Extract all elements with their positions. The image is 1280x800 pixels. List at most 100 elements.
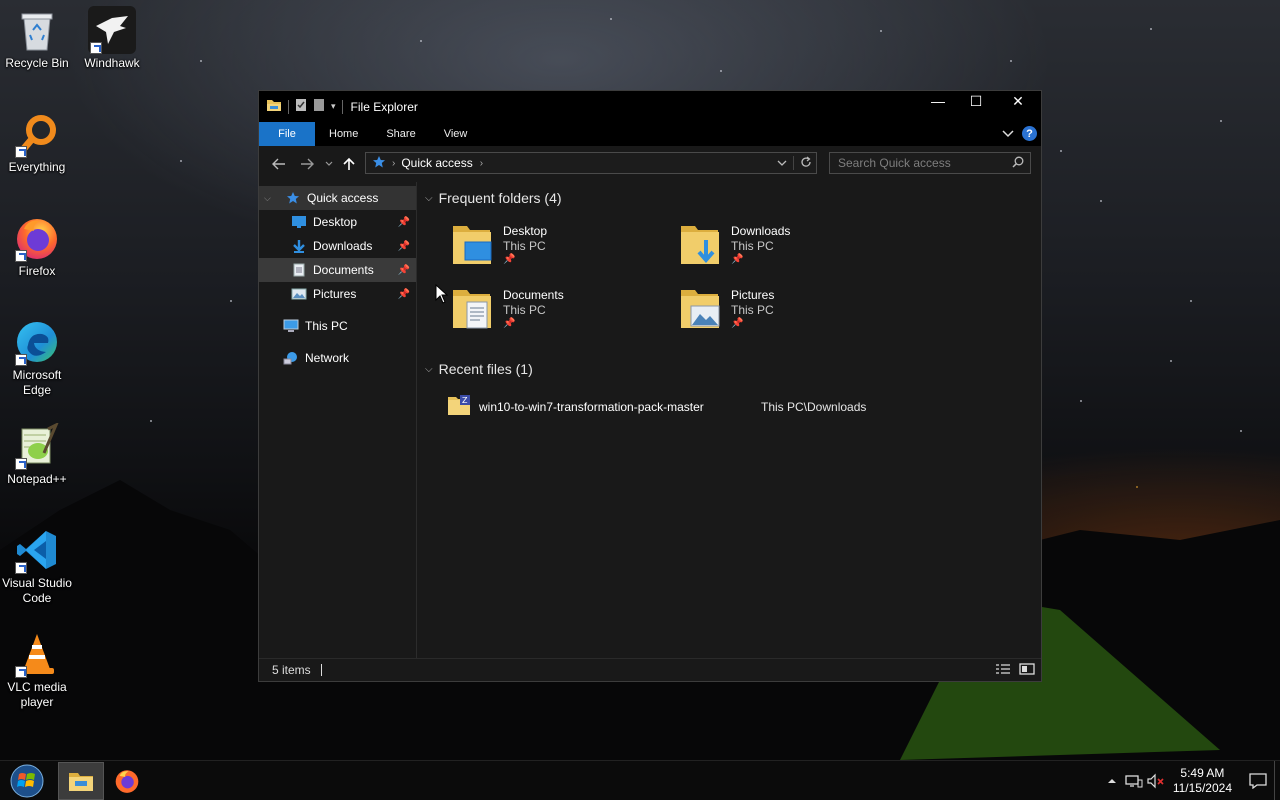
- pin-icon[interactable]: 📌: [398, 265, 410, 276]
- vlc-icon: [13, 630, 61, 678]
- nav-item-desktop[interactable]: Desktop 📌: [259, 210, 416, 234]
- explorer-folder-icon: [266, 98, 282, 115]
- desktop-icon-windhawk[interactable]: Windhawk: [75, 6, 149, 71]
- quick-access-star-icon: [285, 190, 301, 206]
- clock-date: 11/15/2024: [1172, 781, 1232, 795]
- clock[interactable]: 5:49 AM 11/15/2024: [1173, 766, 1232, 796]
- frequent-folders-header[interactable]: ⌵ Frequent folders (4): [425, 190, 562, 206]
- close-button[interactable]: ✕: [995, 91, 1041, 111]
- vscode-icon: [13, 526, 61, 574]
- search-icon[interactable]: [1012, 156, 1024, 171]
- recent-files-header[interactable]: ⌵ Recent files (1): [425, 361, 533, 377]
- mouse-cursor-icon: [435, 284, 449, 304]
- network-icon: [283, 350, 299, 366]
- folder-name: Pictures: [731, 288, 775, 302]
- desktop-icon-notepadpp[interactable]: Notepad++: [0, 422, 74, 487]
- edge-icon: [13, 318, 61, 366]
- firefox-icon: [115, 769, 139, 793]
- pin-icon: 📌: [503, 254, 516, 265]
- nav-item-label: Documents: [313, 263, 374, 277]
- desktop-icon-edge[interactable]: Microsoft Edge: [0, 318, 74, 398]
- nav-item-pictures[interactable]: Pictures 📌: [259, 282, 416, 306]
- window-title: File Explorer: [350, 99, 418, 114]
- nav-item-label: Pictures: [313, 287, 357, 301]
- show-desktop-button[interactable]: [1274, 761, 1280, 800]
- up-button[interactable]: [337, 152, 361, 176]
- nav-item-downloads[interactable]: Downloads 📌: [259, 234, 416, 258]
- chevron-down-icon[interactable]: ⌵: [264, 193, 271, 204]
- tab-share[interactable]: Share: [372, 122, 429, 146]
- breadcrumb-quick-access[interactable]: Quick access: [401, 156, 472, 170]
- desktop-icon-label: Firefox: [18, 264, 56, 278]
- firefox-icon: [13, 214, 61, 262]
- windows-logo-icon: [10, 764, 44, 797]
- expand-ribbon-icon[interactable]: [1002, 127, 1014, 141]
- breadcrumb-chevron-icon[interactable]: ›: [480, 158, 483, 169]
- desktop-icon-vscode[interactable]: Visual Studio Code: [0, 526, 74, 606]
- back-button[interactable]: [265, 152, 293, 176]
- address-dropdown-icon[interactable]: [777, 156, 787, 170]
- navigation-pane: ⌵ Quick access Desktop 📌 Downloads 📌 Doc…: [259, 182, 417, 659]
- title-bar[interactable]: ▾ File Explorer — ☐ ✕: [259, 91, 1041, 122]
- folder-tile-pictures[interactable]: Pictures This PC 📌: [679, 286, 899, 342]
- separator: [320, 664, 322, 676]
- desktop-icon-label: Everything: [8, 160, 66, 174]
- notification-icon[interactable]: [1242, 773, 1274, 789]
- large-icons-view-icon[interactable]: [1019, 663, 1035, 678]
- folder-tile-documents[interactable]: Documents This PC 📌: [451, 286, 671, 342]
- nav-item-network[interactable]: Network: [259, 346, 416, 370]
- customize-qat-icon[interactable]: ▾: [331, 101, 336, 112]
- nav-item-label: This PC: [305, 319, 348, 333]
- properties-icon[interactable]: [295, 98, 307, 115]
- shortcut-arrow-icon: [15, 666, 27, 678]
- desktop-icon-vlc[interactable]: VLC media player: [0, 630, 74, 710]
- taskbar-file-explorer[interactable]: [58, 761, 104, 800]
- nav-item-this-pc[interactable]: This PC: [259, 314, 416, 338]
- search-input[interactable]: [838, 156, 998, 170]
- pin-icon[interactable]: 📌: [398, 289, 410, 300]
- pin-icon: 📌: [731, 318, 744, 329]
- folder-location: This PC: [503, 303, 546, 317]
- downloads-folder-icon: [679, 222, 723, 270]
- details-view-icon[interactable]: [995, 663, 1011, 678]
- pin-icon[interactable]: 📌: [398, 241, 410, 252]
- folder-tile-desktop[interactable]: Desktop This PC 📌: [451, 222, 671, 278]
- nav-item-quick-access[interactable]: ⌵ Quick access: [259, 186, 416, 210]
- desktop-icon-label: Visual Studio Code: [2, 576, 72, 605]
- chevron-up-icon[interactable]: [1101, 778, 1123, 784]
- search-box[interactable]: [829, 152, 1031, 174]
- desktop-icon-label: VLC media player: [7, 680, 67, 709]
- desktop-icon-everything[interactable]: Everything: [0, 110, 74, 175]
- nav-item-documents[interactable]: Documents 📌: [259, 258, 416, 282]
- zip-folder-icon: Z: [447, 394, 471, 419]
- this-pc-icon: [283, 318, 299, 334]
- chevron-down-icon[interactable]: ⌵: [425, 364, 433, 375]
- desktop-icon-recycle-bin[interactable]: Recycle Bin: [0, 6, 74, 71]
- maximize-button[interactable]: ☐: [957, 91, 995, 111]
- recent-locations-button[interactable]: [321, 152, 337, 176]
- new-folder-icon[interactable]: [313, 98, 325, 115]
- address-bar[interactable]: › Quick access ›: [365, 152, 817, 174]
- pictures-folder-icon: [291, 286, 307, 302]
- help-button[interactable]: ?: [1022, 126, 1037, 141]
- file-explorer-window: ▾ File Explorer — ☐ ✕ File Home Share Vi…: [258, 90, 1042, 682]
- refresh-icon[interactable]: [800, 156, 812, 171]
- nav-item-label: Quick access: [307, 191, 379, 205]
- minimize-button[interactable]: —: [919, 91, 957, 111]
- start-button[interactable]: [0, 761, 54, 800]
- network-icon[interactable]: [1123, 773, 1145, 789]
- tab-file[interactable]: File: [259, 122, 315, 146]
- folder-location: This PC: [503, 239, 546, 253]
- tab-view[interactable]: View: [430, 122, 482, 146]
- volume-muted-icon[interactable]: [1145, 773, 1167, 789]
- forward-button[interactable]: [293, 152, 321, 176]
- folder-tile-downloads[interactable]: Downloads This PC 📌: [679, 222, 899, 278]
- tab-home[interactable]: Home: [315, 122, 372, 146]
- downloads-folder-icon: [291, 238, 307, 254]
- recent-file-row[interactable]: Z win10-to-win7-transformation-pack-mast…: [447, 394, 866, 419]
- chevron-down-icon: [325, 161, 333, 166]
- pin-icon[interactable]: 📌: [398, 217, 410, 228]
- taskbar-firefox[interactable]: [104, 762, 150, 800]
- chevron-down-icon[interactable]: ⌵: [425, 193, 433, 204]
- desktop-icon-firefox[interactable]: Firefox: [0, 214, 74, 279]
